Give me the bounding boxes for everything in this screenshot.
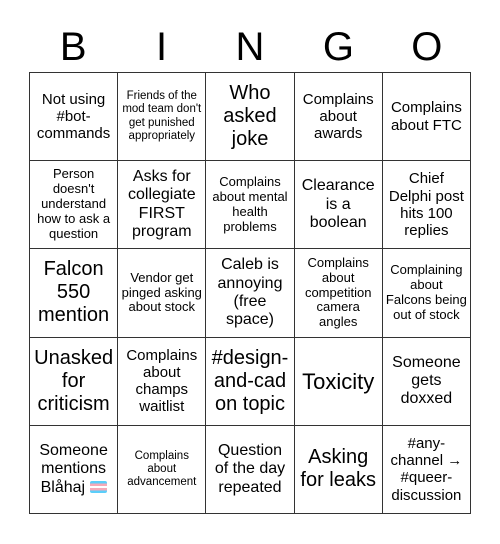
bingo-cell[interactable]: Asking for leaks <box>294 425 383 514</box>
bingo-board: Not using #bot-commands Friends of the m… <box>29 72 471 514</box>
bingo-cell[interactable]: Complaining about Falcons being out of s… <box>382 249 471 338</box>
header-letter-g: G <box>322 25 354 69</box>
bingo-cell[interactable]: #design-and-cad on topic <box>206 337 295 426</box>
bingo-cell[interactable]: Complains about competition camera angle… <box>294 249 383 338</box>
bingo-cell[interactable]: Chief Delphi post hits 100 replies <box>382 161 471 250</box>
bingo-cell[interactable]: Complains about FTC <box>382 73 471 162</box>
header-letter-n: N <box>235 25 265 69</box>
bingo-cell[interactable]: Complains about awards <box>294 73 383 162</box>
bingo-cell[interactable]: Question of the day repeated <box>206 425 295 514</box>
bingo-cell[interactable]: Friends of the mod team don't get punish… <box>118 73 207 162</box>
bingo-cell[interactable]: Vendor get pinged asking about stock <box>118 249 207 338</box>
header-letter-i: I <box>156 25 168 69</box>
bingo-cell[interactable]: Falcon 550 mention <box>30 249 119 338</box>
bingo-cell[interactable]: Asks for collegiate FIRST program <box>118 161 207 250</box>
transgender-flag-icon <box>89 480 107 493</box>
bingo-header: B I N G O <box>29 22 471 72</box>
bingo-cell[interactable]: #any-channel → #queer-discussion <box>382 425 471 514</box>
free-space-cell[interactable]: Caleb is annoying (free space) <box>206 249 295 338</box>
header-letter-o: O <box>411 25 443 69</box>
bingo-cell[interactable]: Toxicity <box>294 337 383 426</box>
bingo-cell[interactable]: Not using #bot-commands <box>30 73 119 162</box>
bingo-cell[interactable]: Who asked joke <box>206 73 295 162</box>
bingo-cell[interactable]: Complains about champs waitlist <box>118 337 207 426</box>
bingo-cell[interactable]: Clearance is a boolean <box>294 161 383 250</box>
bingo-cell[interactable]: Person doesn't understand how to ask a q… <box>30 161 119 250</box>
header-letter-b: B <box>59 25 87 69</box>
bingo-cell[interactable]: Unasked for criticism <box>30 337 119 426</box>
bingo-cell[interactable]: Complains about advancement <box>118 425 207 514</box>
bingo-cell[interactable]: Complains about mental health problems <box>206 161 295 250</box>
bingo-cell[interactable]: Someone gets doxxed <box>382 337 471 426</box>
bingo-cell[interactable]: Someone mentions Blåhaj <box>30 425 119 514</box>
